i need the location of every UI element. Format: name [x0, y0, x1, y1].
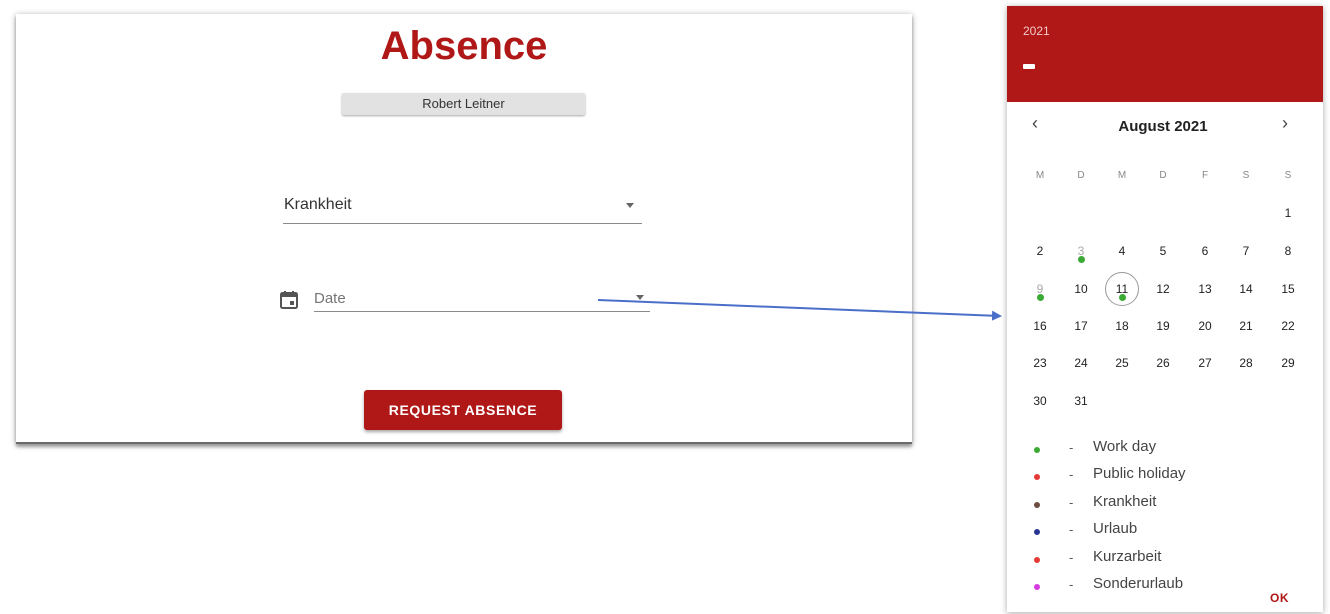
picker-year[interactable]: 2021: [1023, 24, 1050, 38]
legend-color-dot: [1034, 447, 1040, 453]
chevron-right-icon: ›: [1282, 113, 1288, 133]
ok-button[interactable]: OK: [1270, 591, 1289, 605]
day-cell-2[interactable]: 2: [1025, 244, 1055, 258]
weekday-label: F: [1201, 170, 1209, 181]
day-cell-12[interactable]: 12: [1148, 282, 1178, 296]
work-day-marker: [1078, 256, 1085, 263]
legend-separator: -: [1069, 494, 1074, 510]
legend-label: Work day: [1093, 438, 1157, 455]
day-cell-28[interactable]: 28: [1231, 356, 1261, 370]
weekday-label: S: [1284, 170, 1292, 181]
day-cell-7[interactable]: 7: [1231, 244, 1261, 258]
day-cell-15[interactable]: 15: [1273, 282, 1303, 296]
legend-separator: -: [1069, 467, 1074, 483]
day-cell-27[interactable]: 27: [1190, 356, 1220, 370]
day-cell-6[interactable]: 6: [1190, 244, 1220, 258]
day-cell-14[interactable]: 14: [1231, 282, 1261, 296]
weekday-label: S: [1242, 170, 1250, 181]
legend-label: Urlaub: [1093, 520, 1138, 538]
legend-color-dot: [1034, 584, 1040, 590]
day-cell-5[interactable]: 5: [1148, 244, 1178, 258]
legend-label: Public holiday: [1093, 465, 1186, 483]
legend-separator: -: [1069, 440, 1074, 455]
day-cell-22[interactable]: 22: [1273, 319, 1303, 333]
previous-month-button[interactable]: ‹: [1025, 114, 1045, 134]
month-label: August 2021: [1118, 118, 1208, 135]
next-month-button[interactable]: ›: [1275, 114, 1295, 134]
day-cell-10[interactable]: 10: [1066, 282, 1096, 296]
weekday-label: M: [1117, 170, 1127, 181]
day-cell-21[interactable]: 21: [1231, 319, 1261, 333]
work-day-marker: [1037, 294, 1044, 301]
day-cell-20[interactable]: 20: [1190, 319, 1220, 333]
day-cell-25[interactable]: 25: [1107, 356, 1137, 370]
work-day-marker: [1119, 294, 1126, 301]
day-cell-17[interactable]: 17: [1066, 319, 1096, 333]
weekday-label: D: [1077, 170, 1085, 181]
legend-label: Kurzarbeit: [1093, 547, 1162, 565]
day-cell-26[interactable]: 26: [1148, 356, 1178, 370]
legend-separator: -: [1069, 522, 1074, 538]
day-cell-24[interactable]: 24: [1066, 356, 1096, 370]
legend-label: Krankheit: [1093, 492, 1157, 510]
day-cell-1[interactable]: 1: [1273, 206, 1303, 220]
picker-selected-date-placeholder: [1023, 64, 1035, 69]
weekday-label: M: [1035, 170, 1045, 181]
day-cell-23[interactable]: 23: [1025, 356, 1055, 370]
day-cell-18[interactable]: 18: [1107, 319, 1137, 333]
chevron-left-icon: ‹: [1032, 113, 1038, 133]
day-cell-8[interactable]: 8: [1273, 244, 1303, 258]
day-cell-30[interactable]: 30: [1025, 394, 1055, 408]
day-cell-13[interactable]: 13: [1190, 282, 1220, 296]
legend-separator: -: [1069, 577, 1074, 592]
day-cell-16[interactable]: 16: [1025, 319, 1055, 333]
weekday-label: D: [1159, 170, 1167, 181]
day-cell-29[interactable]: 29: [1273, 356, 1303, 370]
legend-color-dot: [1034, 556, 1040, 563]
picker-header: 2021: [1007, 6, 1323, 102]
date-picker-dialog: 2021: [1007, 6, 1323, 612]
legend-separator: -: [1069, 549, 1074, 565]
day-cell-4[interactable]: 4: [1107, 244, 1137, 258]
day-cell-31[interactable]: 31: [1066, 394, 1096, 408]
day-cell-19[interactable]: 19: [1148, 319, 1178, 333]
legend-label: Sonderurlaub: [1093, 575, 1184, 592]
legend-color-dot: [1034, 501, 1040, 508]
